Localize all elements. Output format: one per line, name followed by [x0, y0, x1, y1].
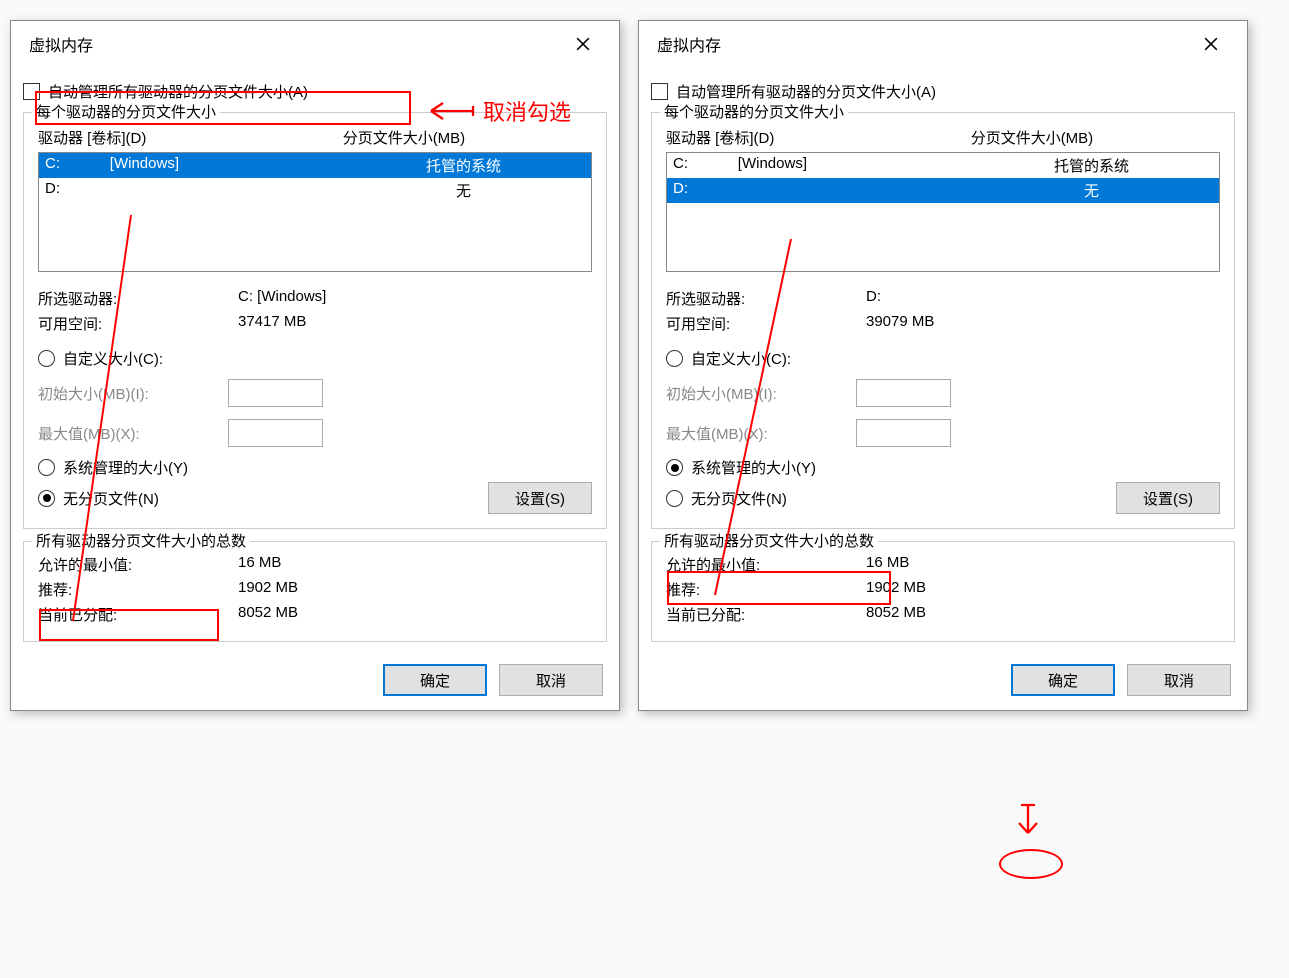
- cur-value: 8052 MB: [238, 604, 298, 625]
- system-managed-radio-row[interactable]: 系统管理的大小(Y): [666, 453, 1220, 482]
- initial-size-input: [228, 379, 323, 407]
- cancel-button[interactable]: 取消: [1127, 664, 1231, 696]
- virtual-memory-dialog-left: 虚拟内存 自动管理所有驱动器的分页文件大小(A) 每个驱动器的分页文件大小 驱动…: [10, 20, 620, 711]
- max-size-label: 最大值(MB)(X):: [666, 423, 836, 444]
- min-label: 允许的最小值:: [38, 554, 238, 575]
- dialog-title: 虚拟内存: [29, 32, 93, 56]
- system-managed-radio-row[interactable]: 系统管理的大小(Y): [38, 453, 592, 482]
- drive-label: [110, 180, 342, 201]
- selected-drive-value: C: [Windows]: [238, 288, 326, 309]
- available-space-label: 可用空间:: [38, 313, 238, 334]
- cur-value: 8052 MB: [866, 604, 926, 625]
- no-pagefile-label: 无分页文件(N): [63, 488, 159, 509]
- selected-drive-label: 所选驱动器:: [666, 288, 866, 309]
- available-space-value: 37417 MB: [238, 313, 306, 334]
- rec-value: 1902 MB: [866, 579, 926, 600]
- custom-size-label: 自定义大小(C):: [63, 348, 163, 369]
- drive-size: 托管的系统: [342, 155, 585, 176]
- arrow-down-icon: [1013, 803, 1043, 843]
- cur-label: 当前已分配:: [666, 604, 866, 625]
- no-pagefile-radio-row[interactable]: 无分页文件(N): [38, 484, 159, 513]
- system-managed-radio[interactable]: [666, 459, 683, 476]
- no-pagefile-radio[interactable]: [38, 490, 55, 507]
- totals-fieldset: 所有驱动器分页文件大小的总数 允许的最小值: 16 MB 推荐: 1902 MB…: [651, 541, 1235, 642]
- size-column-header: 分页文件大小(MB): [343, 127, 592, 148]
- drive-row-d[interactable]: D: 无: [667, 178, 1219, 203]
- system-managed-radio[interactable]: [38, 459, 55, 476]
- custom-size-radio-row[interactable]: 自定义大小(C):: [38, 344, 592, 373]
- drive-column-header: 驱动器 [卷标](D): [38, 127, 343, 148]
- rec-value: 1902 MB: [238, 579, 298, 600]
- max-size-label: 最大值(MB)(X):: [38, 423, 208, 444]
- max-size-input: [228, 419, 323, 447]
- drive-row-c[interactable]: C: [Windows] 托管的系统: [667, 153, 1219, 178]
- initial-size-label: 初始大小(MB)(I):: [38, 383, 208, 404]
- drive-letter: D:: [45, 180, 110, 201]
- close-icon[interactable]: [561, 29, 605, 59]
- per-drive-fieldset-title: 每个驱动器的分页文件大小: [32, 101, 220, 122]
- auto-manage-checkbox[interactable]: [23, 83, 40, 100]
- custom-size-radio[interactable]: [666, 350, 683, 367]
- per-drive-fieldset: 每个驱动器的分页文件大小 驱动器 [卷标](D) 分页文件大小(MB) C: […: [651, 112, 1235, 529]
- ok-button[interactable]: 确定: [383, 664, 487, 696]
- available-space-label: 可用空间:: [666, 313, 866, 334]
- drive-letter: C:: [45, 155, 110, 176]
- cancel-button[interactable]: 取消: [499, 664, 603, 696]
- min-value: 16 MB: [238, 554, 281, 575]
- titlebar: 虚拟内存: [639, 21, 1247, 67]
- set-button[interactable]: 设置(S): [1116, 482, 1220, 514]
- drive-list[interactable]: C: [Windows] 托管的系统 D: 无: [666, 152, 1220, 272]
- per-drive-fieldset-title: 每个驱动器的分页文件大小: [660, 101, 848, 122]
- totals-fieldset-title: 所有驱动器分页文件大小的总数: [32, 530, 250, 551]
- custom-size-label: 自定义大小(C):: [691, 348, 791, 369]
- min-value: 16 MB: [866, 554, 909, 575]
- virtual-memory-dialog-right: 虚拟内存 自动管理所有驱动器的分页文件大小(A) 每个驱动器的分页文件大小 驱动…: [638, 20, 1248, 711]
- totals-fieldset-title: 所有驱动器分页文件大小的总数: [660, 530, 878, 551]
- max-size-input: [856, 419, 951, 447]
- system-managed-label: 系统管理的大小(Y): [63, 457, 188, 478]
- drive-letter: D:: [673, 180, 738, 201]
- dialog-title: 虚拟内存: [657, 32, 721, 56]
- selected-drive-value: D:: [866, 288, 881, 309]
- size-column-header: 分页文件大小(MB): [971, 127, 1220, 148]
- rec-label: 推荐:: [38, 579, 238, 600]
- close-icon[interactable]: [1189, 29, 1233, 59]
- drive-letter: C:: [673, 155, 738, 176]
- drive-label: [Windows]: [110, 155, 342, 176]
- rec-label: 推荐:: [666, 579, 866, 600]
- drive-label: [Windows]: [738, 155, 970, 176]
- auto-manage-checkbox[interactable]: [651, 83, 668, 100]
- custom-size-radio[interactable]: [38, 350, 55, 367]
- per-drive-fieldset: 每个驱动器的分页文件大小 驱动器 [卷标](D) 分页文件大小(MB) C: […: [23, 112, 607, 529]
- drive-size: 无: [342, 180, 585, 201]
- selected-drive-label: 所选驱动器:: [38, 288, 238, 309]
- drive-size: 托管的系统: [970, 155, 1213, 176]
- drive-label: [738, 180, 970, 201]
- cur-label: 当前已分配:: [38, 604, 238, 625]
- auto-manage-label: 自动管理所有驱动器的分页文件大小(A): [48, 81, 308, 102]
- titlebar: 虚拟内存: [11, 21, 619, 67]
- custom-size-radio-row[interactable]: 自定义大小(C):: [666, 344, 1220, 373]
- initial-size-input: [856, 379, 951, 407]
- system-managed-label: 系统管理的大小(Y): [691, 457, 816, 478]
- drive-row-c[interactable]: C: [Windows] 托管的系统: [39, 153, 591, 178]
- no-pagefile-radio-row[interactable]: 无分页文件(N): [666, 484, 787, 513]
- totals-fieldset: 所有驱动器分页文件大小的总数 允许的最小值: 16 MB 推荐: 1902 MB…: [23, 541, 607, 642]
- available-space-value: 39079 MB: [866, 313, 934, 334]
- no-pagefile-label: 无分页文件(N): [691, 488, 787, 509]
- drive-column-header: 驱动器 [卷标](D): [666, 127, 971, 148]
- min-label: 允许的最小值:: [666, 554, 866, 575]
- drive-list[interactable]: C: [Windows] 托管的系统 D: 无: [38, 152, 592, 272]
- ok-button[interactable]: 确定: [1011, 664, 1115, 696]
- initial-size-label: 初始大小(MB)(I):: [666, 383, 836, 404]
- auto-manage-label: 自动管理所有驱动器的分页文件大小(A): [676, 81, 936, 102]
- set-button[interactable]: 设置(S): [488, 482, 592, 514]
- no-pagefile-radio[interactable]: [666, 490, 683, 507]
- drive-row-d[interactable]: D: 无: [39, 178, 591, 203]
- drive-size: 无: [970, 180, 1213, 201]
